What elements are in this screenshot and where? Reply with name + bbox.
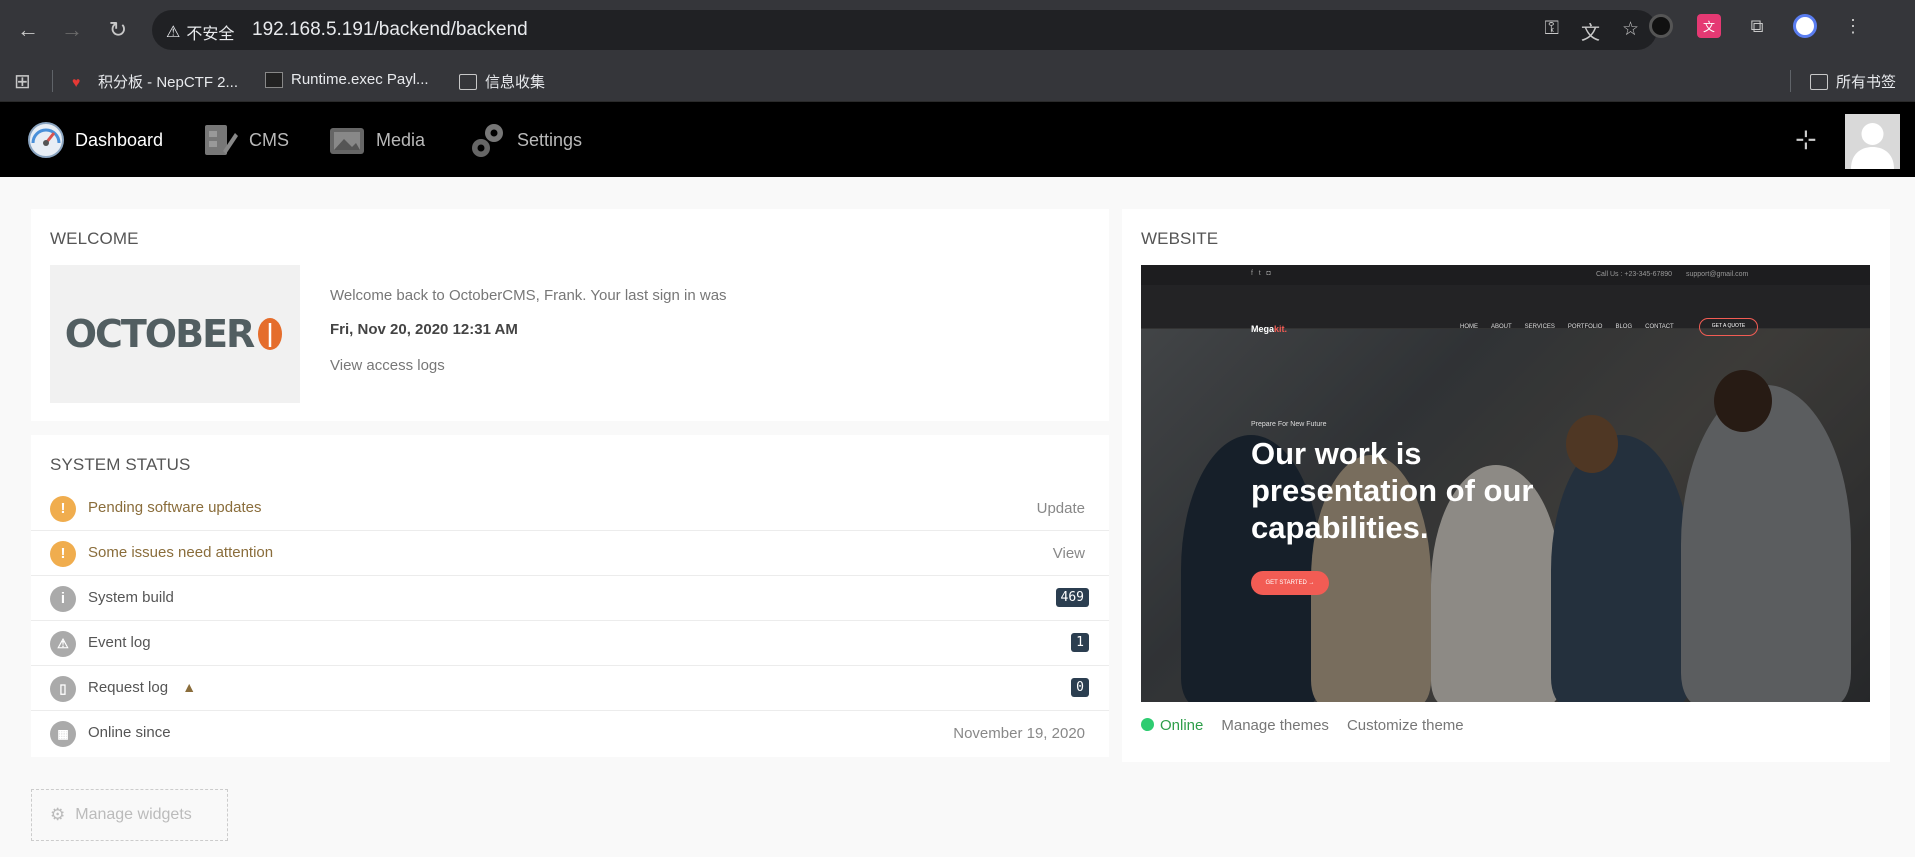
website-preview-image[interactable]: f t ◘ Call Us : +23-345-67890 support@gm… [1141, 265, 1870, 702]
bookmark-runtime-exec[interactable]: Runtime.exec Payl... [265, 71, 429, 88]
leaf-icon [258, 318, 283, 350]
october-logo: OCTOBER [50, 265, 300, 403]
system-status-widget: SYSTEM STATUS ! Pending software updates… [31, 435, 1109, 757]
browser-toolbar: ← → ↻ ⚠ 不安全 192.168.5.191/backend/backen… [0, 0, 1915, 60]
extension-icon-record[interactable] [1649, 14, 1673, 38]
event-log-badge: 1 [1071, 633, 1089, 652]
status-row-request-log[interactable]: ▯ Request log ▲ 0 [31, 666, 1109, 711]
status-row-build: i System build 469 [31, 576, 1109, 621]
website-widget: WEBSITE f t ◘ Call Us : +23-345-67890 su… [1122, 209, 1890, 762]
calendar-icon: ▦ [50, 721, 76, 747]
welcome-message: Welcome back to OctoberCMS, Frank. Your … [330, 287, 727, 304]
manage-themes-link[interactable]: Manage themes [1221, 717, 1329, 734]
warning-triangle-icon: ▲ [182, 679, 197, 695]
status-row-updates[interactable]: ! Pending software updates Update [31, 486, 1109, 531]
last-signin-date: Fri, Nov 20, 2020 12:31 AM [330, 321, 518, 338]
view-access-logs-link[interactable]: View access logs [330, 357, 445, 374]
insecure-indicator[interactable]: ⚠ 不安全 [166, 20, 234, 44]
main-navigation: Dashboard CMS Media Settings ⊹ [0, 102, 1915, 177]
customize-theme-link[interactable]: Customize theme [1347, 717, 1464, 734]
reload-icon[interactable]: ↻ [102, 14, 134, 46]
social-icons: f t ◘ [1251, 270, 1271, 277]
warning-triangle-icon: ⚠ [50, 631, 76, 657]
bookmark-star-icon[interactable]: ☆ [1622, 18, 1639, 45]
settings-icon [472, 124, 503, 157]
manage-widgets-button[interactable]: ⚙ Manage widgets [31, 789, 228, 841]
folder-icon [1810, 73, 1828, 90]
website-title: WEBSITE [1141, 229, 1219, 248]
apps-grid-icon[interactable]: ⊞ [14, 69, 31, 94]
update-link[interactable]: Update [1037, 500, 1085, 517]
megakit-logo: Megakit. [1251, 324, 1288, 334]
status-row-issues[interactable]: ! Some issues need attention View [31, 531, 1109, 576]
bookmark-nepctf[interactable]: ♥ 积分板 - NepCTF 2... [72, 71, 238, 92]
nav-dashboard[interactable]: Dashboard [27, 120, 163, 160]
folder-icon [459, 73, 477, 90]
profile-icon[interactable] [1793, 14, 1817, 38]
online-status: Online [1141, 717, 1203, 734]
address-bar[interactable]: ⚠ 不安全 192.168.5.191/backend/backend ⚿ 文 … [152, 10, 1657, 50]
system-status-title: SYSTEM STATUS [50, 455, 191, 474]
build-badge: 469 [1055, 588, 1089, 607]
extensions-puzzle-icon[interactable]: ⧉ [1745, 14, 1769, 38]
key-icon[interactable]: ⚿ [1544, 18, 1558, 45]
nav-settings[interactable]: Settings [469, 120, 582, 160]
back-icon[interactable]: ← [12, 14, 44, 46]
site-favicon-icon [265, 71, 283, 88]
gears-icon: ⚙ [50, 805, 66, 824]
dashboard-icon [28, 122, 64, 158]
user-silhouette-icon [1845, 114, 1900, 169]
info-icon: i [50, 586, 76, 612]
exclamation-icon: ! [50, 496, 76, 522]
welcome-widget: WELCOME OCTOBER Welcome back to OctoberC… [31, 209, 1109, 421]
warning-triangle-icon: ⚠ [166, 24, 181, 41]
nav-media[interactable]: Media [328, 120, 425, 160]
exclamation-icon: ! [50, 541, 76, 567]
heart-icon: ♥ [72, 73, 81, 90]
translate-icon[interactable]: 文 [1581, 18, 1600, 45]
cms-icon [205, 125, 238, 155]
bookmarks-bar: ⊞ ♥ 积分板 - NepCTF 2... Runtime.exec Payl.… [0, 60, 1915, 102]
status-row-event-log[interactable]: ⚠ Event log 1 [31, 621, 1109, 666]
request-log-badge: 0 [1071, 678, 1089, 697]
url-text[interactable]: 192.168.5.191/backend/backend [252, 19, 528, 41]
media-icon [330, 128, 364, 154]
all-bookmarks[interactable]: 所有书签 [1810, 71, 1896, 92]
extension-icon-translate[interactable]: 文 [1697, 14, 1721, 38]
preview-site-icon[interactable]: ⊹ [1795, 124, 1817, 155]
document-icon: ▯ [50, 676, 76, 702]
menu-kebab-icon[interactable]: ⋮ [1841, 14, 1865, 38]
bookmark-folder-info[interactable]: 信息收集 [459, 71, 545, 92]
nav-cms[interactable]: CMS [201, 120, 289, 160]
forward-icon[interactable]: → [56, 14, 88, 46]
status-row-online-since: ▦ Online since November 19, 2020 [31, 711, 1109, 756]
online-dot-icon [1141, 718, 1154, 731]
user-avatar[interactable] [1845, 114, 1900, 169]
view-issues-link[interactable]: View [1053, 545, 1085, 562]
welcome-title: WELCOME [50, 229, 139, 248]
